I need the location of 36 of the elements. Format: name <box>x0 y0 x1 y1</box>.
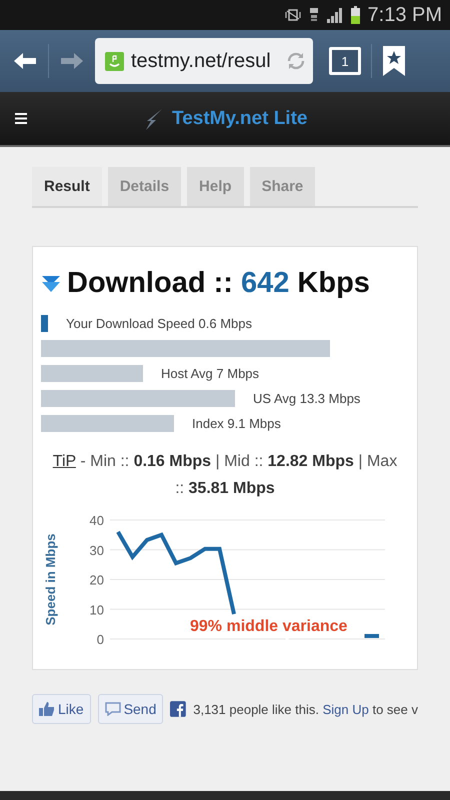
address-field[interactable]: testmy.net/resul <box>95 38 313 84</box>
tab[interactable]: Result <box>32 167 102 206</box>
bookmark-icon[interactable] <box>382 45 406 77</box>
tick-label: 40 <box>90 513 104 528</box>
chart-annotation: 99% middle variance <box>190 618 348 635</box>
axis-title: Speed in Mbps <box>43 534 58 626</box>
speech-bubble-icon <box>104 702 121 716</box>
forward-icon[interactable] <box>59 51 85 71</box>
vibrate-icon <box>284 9 301 21</box>
tip-link[interactable]: TiP <box>52 453 76 470</box>
tip-summary: TiP - Min :: 0.16 Mbps | Mid :: 12.82 Mbps | Max :: 35.81 Mbps <box>52 452 398 499</box>
thumbs-up-icon <box>39 702 55 716</box>
app-title: TestMy.net Lite <box>172 108 308 130</box>
tick-label: 0 <box>96 632 104 647</box>
back-icon[interactable] <box>12 51 38 71</box>
bar-label: Your Download Speed 0.6 Mbps <box>66 316 252 330</box>
download-heading: Download :: 642 Kbps <box>67 267 370 300</box>
tick-label: 10 <box>90 602 104 618</box>
facebook-icon <box>170 701 186 717</box>
tick-label: 30 <box>90 542 104 558</box>
menu-icon[interactable] <box>15 113 27 124</box>
clock: 7:13 PM <box>368 4 442 26</box>
tick-label: 20 <box>90 572 104 588</box>
download-arrow-icon <box>41 274 61 292</box>
sign-up-link[interactable]: Sign Up <box>322 702 369 716</box>
bar-label: Host Avg 7 Mbps <box>161 366 260 380</box>
bar-label: Index 9.1 Mbps <box>192 416 281 430</box>
tabs-button[interactable]: 1 <box>329 47 361 75</box>
battery-icon <box>350 6 360 24</box>
bar-label: US Avg 13.3 Mbps <box>253 390 360 406</box>
site-icon <box>105 52 124 70</box>
like-count-text: 3,131 people like this. Sign Up to see v <box>193 702 418 716</box>
like-button[interactable]: Like <box>32 694 91 724</box>
signal-icon <box>326 7 343 23</box>
speed-bar <box>41 314 48 332</box>
send-button[interactable]: Send <box>98 694 164 724</box>
